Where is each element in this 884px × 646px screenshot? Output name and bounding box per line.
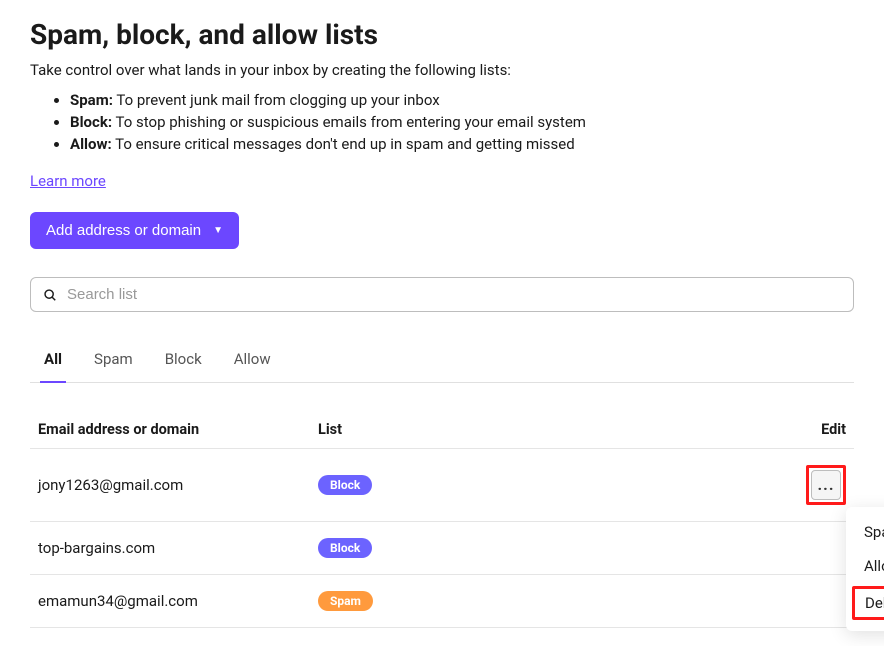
col-header-list: List <box>318 421 786 438</box>
table-row: top-bargains.com Block <box>30 522 854 575</box>
intro-text: Take control over what lands in your inb… <box>30 61 854 79</box>
list-pill-block: Block <box>318 538 372 558</box>
tab-bar: All Spam Block Allow <box>30 350 854 383</box>
cell-address: top-bargains.com <box>38 539 318 557</box>
page-title: Spam, block, and allow lists <box>30 18 854 51</box>
list-table: Email address or domain List Edit jony12… <box>30 407 854 628</box>
menu-item-spam[interactable]: Spam <box>846 515 884 549</box>
menu-item-delete[interactable]: Delete <box>852 586 884 620</box>
add-address-button[interactable]: Add address or domain ▼ <box>30 212 239 249</box>
search-icon <box>43 288 57 302</box>
search-container <box>30 277 854 312</box>
col-header-address: Email address or domain <box>38 421 318 438</box>
cell-list: Block <box>318 475 786 495</box>
tab-all[interactable]: All <box>44 350 62 382</box>
row-menu-button[interactable]: ... <box>811 470 841 500</box>
menu-item-allow[interactable]: Allow <box>846 549 884 583</box>
cell-list: Spam <box>318 591 786 611</box>
bullet-allow: Allow: To ensure critical messages don't… <box>70 135 854 153</box>
add-button-label: Add address or domain <box>46 222 201 239</box>
cell-address: emamun34@gmail.com <box>38 592 318 610</box>
list-pill-spam: Spam <box>318 591 373 611</box>
table-row: emamun34@gmail.com Spam <box>30 575 854 628</box>
tab-block[interactable]: Block <box>165 350 202 382</box>
caret-down-icon: ▼ <box>213 225 223 236</box>
col-header-edit: Edit <box>786 421 846 438</box>
table-header-row: Email address or domain List Edit <box>30 407 854 449</box>
cell-list: Block <box>318 538 786 558</box>
learn-more-link[interactable]: Learn more <box>30 172 106 190</box>
table-row: jony1263@gmail.com Block ... <box>30 449 854 522</box>
tab-allow[interactable]: Allow <box>234 350 271 382</box>
highlight-box: ... <box>806 465 846 505</box>
cell-address: jony1263@gmail.com <box>38 476 318 494</box>
bullet-spam: Spam: To prevent junk mail from clogging… <box>70 91 854 109</box>
feature-bullets: Spam: To prevent junk mail from clogging… <box>30 91 854 153</box>
bullet-block: Block: To stop phishing or suspicious em… <box>70 113 854 131</box>
search-input[interactable] <box>67 286 841 303</box>
row-context-menu: Spam Allow Delete <box>846 507 884 631</box>
list-pill-block: Block <box>318 475 372 495</box>
cell-edit: ... <box>786 465 846 505</box>
tab-spam[interactable]: Spam <box>94 350 133 382</box>
